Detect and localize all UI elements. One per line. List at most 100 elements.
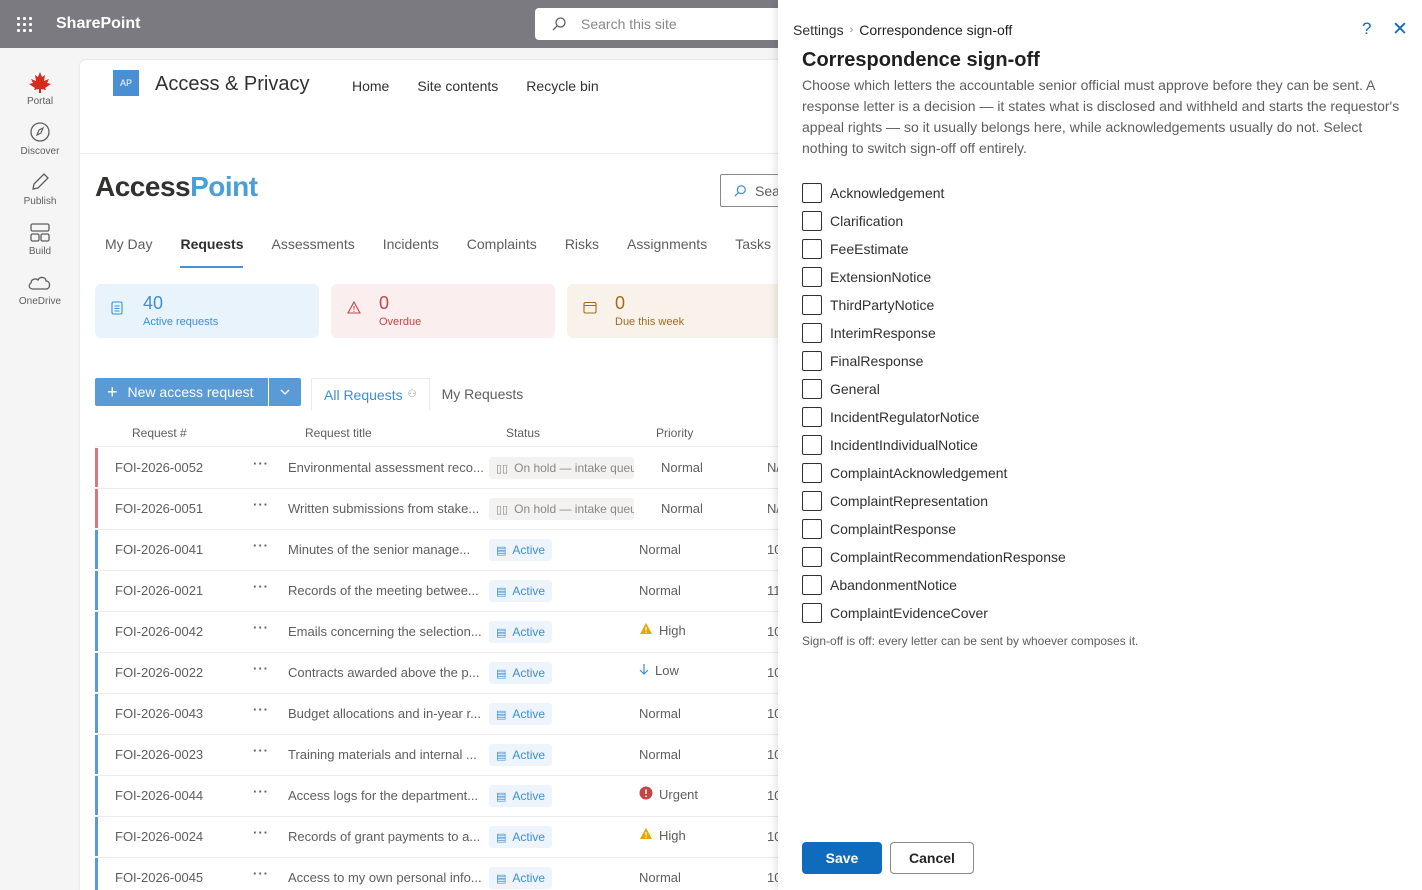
appbar-build[interactable]: Build [0, 220, 80, 257]
more-actions-icon[interactable]: ··· [253, 702, 269, 717]
more-actions-icon[interactable]: ··· [253, 784, 269, 799]
column-header-priority[interactable]: Priority [656, 426, 693, 440]
suite-search-input[interactable]: Search this site [535, 8, 795, 40]
request-number[interactable]: FOI-2026-0045 [115, 870, 203, 885]
card-overdue[interactable]: 0 Overdue [331, 284, 555, 338]
letter-type-option[interactable]: IncidentIndividualNotice [802, 431, 1066, 459]
more-actions-icon[interactable]: ··· [253, 579, 269, 594]
table-row[interactable]: FOI-2026-0043 ··· Budget allocations and i… [95, 694, 795, 735]
tab-my-day[interactable]: My Day [105, 236, 152, 268]
site-nav-recycle-bin[interactable]: Recycle bin [526, 78, 598, 94]
view-all-requests[interactable]: All Requests ⚇ [311, 378, 430, 410]
letter-type-option[interactable]: IncidentRegulatorNotice [802, 403, 1066, 431]
request-title[interactable]: Access to my own personal info... [288, 870, 482, 885]
letter-type-option[interactable]: Clarification [802, 207, 1066, 235]
request-title[interactable]: Training materials and internal ... [288, 747, 477, 762]
appbar-portal[interactable]: Portal [0, 70, 80, 107]
tab-assessments[interactable]: Assessments [271, 236, 354, 268]
more-actions-icon[interactable]: ··· [253, 866, 269, 881]
column-header-request-number[interactable]: Request # [132, 426, 187, 440]
request-title[interactable]: Records of grant payments to a... [288, 829, 480, 844]
request-number[interactable]: FOI-2026-0051 [115, 501, 203, 516]
checkbox[interactable] [802, 435, 822, 455]
letter-type-option[interactable]: ComplaintRepresentation [802, 487, 1066, 515]
request-title[interactable]: Written submissions from stake... [288, 501, 479, 516]
checkbox[interactable] [802, 519, 822, 539]
more-actions-icon[interactable]: ··· [253, 825, 269, 840]
tab-requests[interactable]: Requests [180, 236, 244, 268]
request-number[interactable]: FOI-2026-0041 [115, 542, 203, 557]
request-number[interactable]: FOI-2026-0024 [115, 829, 203, 844]
letter-type-option[interactable]: Acknowledgement [802, 179, 1066, 207]
site-title[interactable]: Access & Privacy [155, 73, 309, 96]
letter-type-option[interactable]: FinalResponse [802, 347, 1066, 375]
request-title[interactable]: Budget allocations and in-year r... [288, 706, 481, 721]
site-nav-home[interactable]: Home [352, 78, 389, 94]
letter-type-option[interactable]: ExtensionNotice [802, 263, 1066, 291]
checkbox[interactable] [802, 183, 822, 203]
letter-type-option[interactable]: ThirdPartyNotice [802, 291, 1066, 319]
checkbox[interactable] [802, 239, 822, 259]
suite-app-name[interactable]: SharePoint [56, 15, 140, 33]
more-actions-icon[interactable]: ··· [253, 456, 269, 471]
letter-type-option[interactable]: ComplaintEvidenceCover [802, 599, 1066, 627]
table-row[interactable]: FOI-2026-0045 ··· Access to my own persona… [95, 858, 795, 890]
help-icon[interactable]: ? [1362, 19, 1371, 39]
checkbox[interactable] [802, 407, 822, 427]
checkbox[interactable] [802, 211, 822, 231]
request-number[interactable]: FOI-2026-0043 [115, 706, 203, 721]
table-row[interactable]: FOI-2026-0021 ··· Records of the meeting b… [95, 571, 795, 612]
checkbox[interactable] [802, 603, 822, 623]
checkbox[interactable] [802, 491, 822, 511]
breadcrumb-settings[interactable]: Settings [793, 22, 844, 38]
more-actions-icon[interactable]: ··· [253, 497, 269, 512]
checkbox[interactable] [802, 323, 822, 343]
request-title[interactable]: Environmental assessment reco... [288, 460, 484, 475]
appbar-discover[interactable]: Discover [0, 120, 80, 157]
request-number[interactable]: FOI-2026-0052 [115, 460, 203, 475]
tab-tasks[interactable]: Tasks [735, 236, 771, 268]
checkbox[interactable] [802, 463, 822, 483]
request-number[interactable]: FOI-2026-0021 [115, 583, 203, 598]
checkbox[interactable] [802, 295, 822, 315]
appbar-onedrive[interactable]: OneDrive [0, 270, 80, 307]
tab-assignments[interactable]: Assignments [627, 236, 707, 268]
new-access-request-button[interactable]: + New access request [95, 378, 268, 406]
tab-incidents[interactable]: Incidents [383, 236, 439, 268]
letter-type-option[interactable]: FeeEstimate [802, 235, 1066, 263]
request-title[interactable]: Records of the meeting betwee... [288, 583, 479, 598]
table-row[interactable]: FOI-2026-0023 ··· Training materials and i… [95, 735, 795, 776]
more-actions-icon[interactable]: ··· [253, 661, 269, 676]
more-actions-icon[interactable]: ··· [253, 538, 269, 553]
table-row[interactable]: FOI-2026-0041 ··· Minutes of the senior ma… [95, 530, 795, 571]
checkbox[interactable] [802, 351, 822, 371]
tab-complaints[interactable]: Complaints [467, 236, 537, 268]
column-header-request-title[interactable]: Request title [305, 426, 372, 440]
request-number[interactable]: FOI-2026-0042 [115, 624, 203, 639]
save-button[interactable]: Save [802, 842, 882, 874]
letter-type-option[interactable]: ComplaintResponse [802, 515, 1066, 543]
view-my-requests[interactable]: My Requests [430, 378, 536, 410]
table-row[interactable]: FOI-2026-0044 ··· Access logs for the depa… [95, 776, 795, 817]
request-title[interactable]: Access logs for the department... [288, 788, 478, 803]
letter-type-option[interactable]: InterimResponse [802, 319, 1066, 347]
site-logo[interactable]: AP [113, 70, 139, 96]
letter-type-option[interactable]: ComplaintAcknowledgement [802, 459, 1066, 487]
cancel-button[interactable]: Cancel [890, 842, 974, 874]
card-due-this-week[interactable]: 0 Due this week [567, 284, 791, 338]
table-row[interactable]: FOI-2026-0042 ··· Emails concerning the se… [95, 612, 795, 653]
checkbox[interactable] [802, 267, 822, 287]
request-number[interactable]: FOI-2026-0044 [115, 788, 203, 803]
table-row[interactable]: FOI-2026-0051 ··· Written submissions from… [95, 489, 795, 530]
request-number[interactable]: FOI-2026-0022 [115, 665, 203, 680]
table-row[interactable]: FOI-2026-0052 ··· Environmental assessment… [95, 448, 795, 489]
request-title[interactable]: Contracts awarded above the p... [288, 665, 480, 680]
more-actions-icon[interactable]: ··· [253, 620, 269, 635]
card-active-requests[interactable]: 40 Active requests [95, 284, 319, 338]
request-title[interactable]: Minutes of the senior manage... [288, 542, 470, 557]
checkbox[interactable] [802, 575, 822, 595]
close-icon[interactable]: ✕ [1392, 18, 1408, 41]
app-launcher-icon[interactable] [0, 0, 48, 48]
appbar-publish[interactable]: Publish [0, 170, 80, 207]
checkbox[interactable] [802, 547, 822, 567]
